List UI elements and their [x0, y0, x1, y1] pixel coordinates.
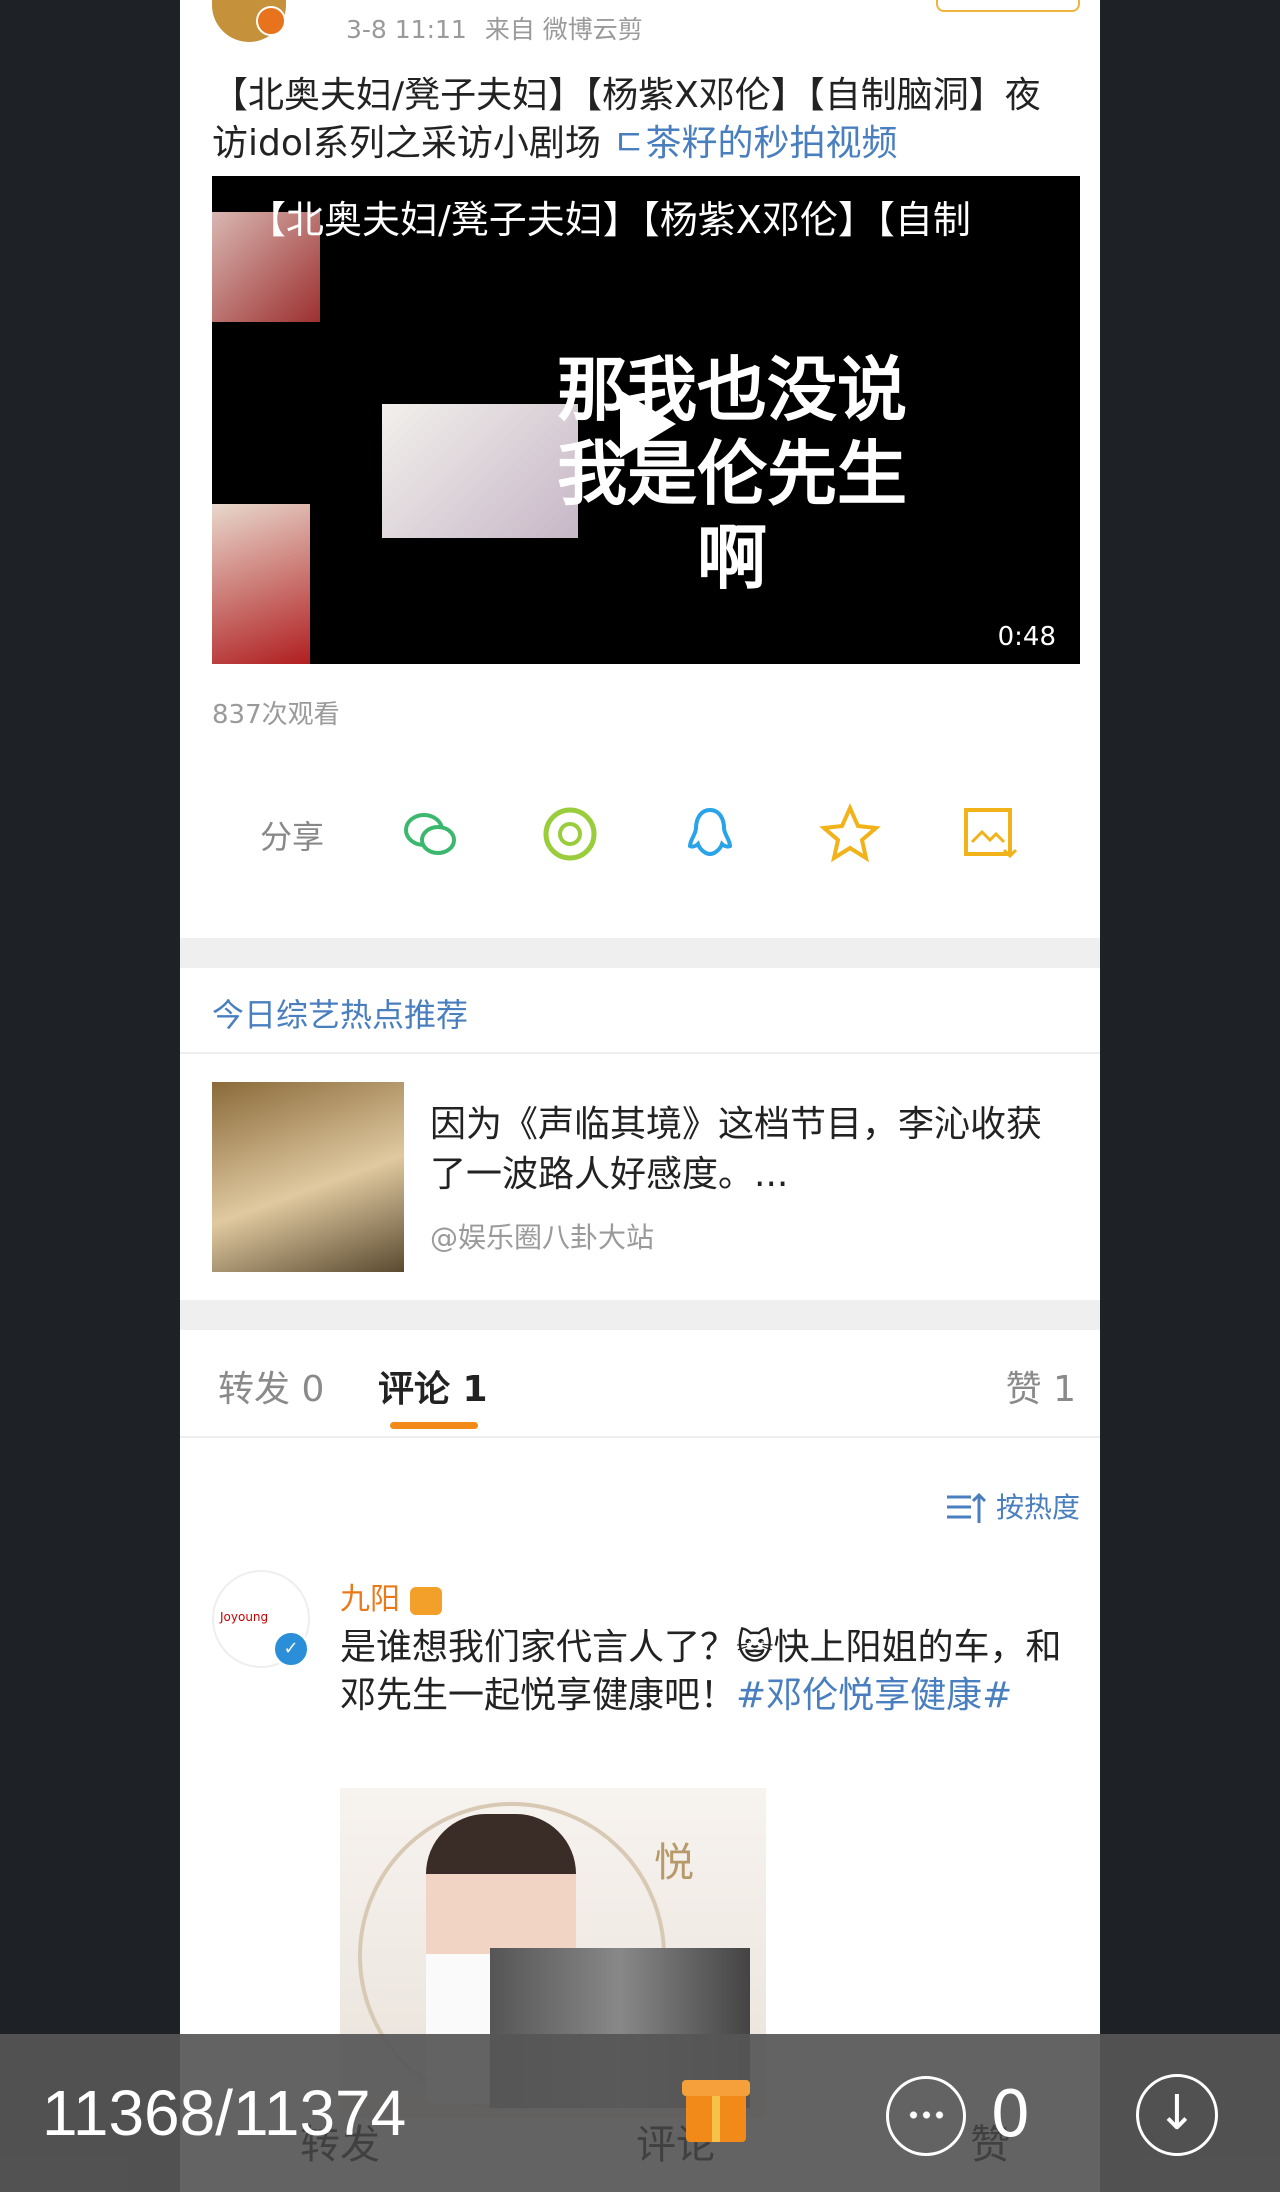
post-source: 来自 微博云剪: [484, 15, 643, 44]
share-bar: 分享: [180, 780, 1100, 890]
gift-icon[interactable]: [682, 2080, 750, 2142]
subtitle-line-2: 我是伦先生: [557, 433, 907, 515]
sort-button[interactable]: 按热度: [943, 1486, 1080, 1527]
download-icon[interactable]: ↓: [1136, 2074, 1218, 2156]
divider: [180, 1436, 1100, 1438]
comment-icon[interactable]: [886, 2076, 966, 2156]
recommend-source[interactable]: @娱乐圈八卦大站: [430, 1216, 654, 1256]
play-icon[interactable]: [620, 390, 676, 458]
post-meta: 3-8 11:11 来自 微博云剪: [346, 10, 661, 46]
share-label: 分享: [260, 818, 325, 856]
image-counter: 11368/11374: [42, 2077, 407, 2149]
follow-button[interactable]: [936, 0, 1080, 12]
post-time: 3-8 11:11: [346, 15, 467, 44]
subtitle-line-1: 那我也没说: [557, 349, 907, 431]
sort-icon: [947, 1492, 987, 1523]
vip-badge-icon: [410, 1586, 442, 1615]
video-link[interactable]: ㄷ茶籽的秒拍视频: [612, 123, 897, 164]
divider: [180, 1052, 1100, 1054]
comment-count: 0: [990, 2078, 1031, 2152]
video-player[interactable]: 【北奥夫妇/凳子夫妇】【杨紫X邓伦】【自制 那我也没说 我是伦先生 啊 0:48: [212, 176, 1080, 664]
video-thumbnail-3: [212, 504, 310, 664]
video-overlay-title: 【北奥夫妇/凳子夫妇】【杨紫X邓伦】【自制: [248, 198, 971, 242]
comment-dots: [907, 2111, 945, 2119]
author-avatar[interactable]: [212, 0, 286, 42]
image-slogan: 悦: [654, 1840, 694, 1886]
favorite-icon[interactable]: [818, 802, 882, 866]
save-image-icon[interactable]: [958, 802, 1022, 866]
subtitle-line-3: 啊: [697, 517, 767, 599]
weibo-post-screen: 3-8 11:11 来自 微博云剪 【北奥夫妇/凳子夫妇】【杨紫X邓伦】【自制脑洞…: [180, 0, 1100, 2192]
commenter-name-text: 九阳: [340, 1582, 400, 1617]
wechat-icon[interactable]: [398, 802, 462, 866]
qq-icon[interactable]: [678, 802, 742, 866]
section-divider: [180, 1300, 1100, 1330]
tab-repost[interactable]: 转发 0: [218, 1360, 324, 1412]
view-count: 837次观看: [212, 700, 340, 730]
recommend-text[interactable]: 因为《声临其境》这档节目，李沁收获了一波路人好感度。...: [430, 1100, 1070, 1200]
recommend-header[interactable]: 今日综艺热点推荐: [212, 990, 468, 1036]
tab-comment[interactable]: 评论 1: [378, 1360, 488, 1412]
tab-like[interactable]: 赞 1: [1006, 1360, 1076, 1412]
commenter-name[interactable]: 九阳: [340, 1574, 442, 1618]
comment-tabs: 转发 0 评论 1 赞 1: [180, 1340, 1100, 1434]
recommend-thumbnail[interactable]: [212, 1082, 404, 1272]
brand-logo-icon: Joyoung: [220, 1610, 269, 1624]
video-duration: 0:48: [997, 622, 1056, 652]
commenter-avatar[interactable]: Joyoung ✓: [212, 1570, 310, 1668]
video-subtitle: 那我也没说 我是伦先生 啊: [482, 348, 982, 600]
sort-label: 按热度: [995, 1491, 1080, 1524]
verified-icon: ✓: [272, 1630, 310, 1668]
post-title: 【北奥夫妇/凳子夫妇】【杨紫X邓伦】【自制脑洞】夜访idol系列之采访小剧场 ㄷ…: [212, 72, 1068, 168]
section-divider: [180, 938, 1100, 968]
comment-text: 是谁想我们家代言人了？😺快上阳姐的车，和邓先生一起悦享健康吧！#邓伦悦享健康#: [340, 1624, 1080, 1720]
comment-hashtag[interactable]: #邓伦悦享健康#: [736, 1675, 1012, 1716]
moments-icon[interactable]: [538, 802, 602, 866]
active-tab-indicator: [390, 1422, 478, 1429]
verified-badge-icon: [256, 6, 286, 36]
